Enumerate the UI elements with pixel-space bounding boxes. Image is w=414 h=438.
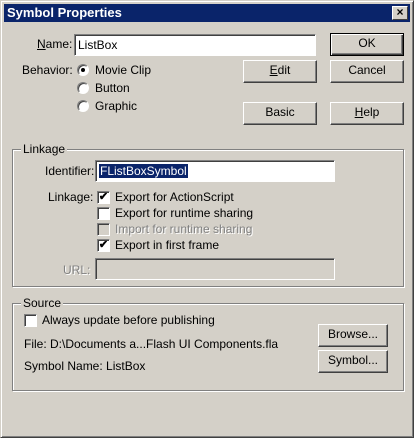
help-button[interactable]: Help xyxy=(330,102,404,125)
url-label: URL: xyxy=(63,263,91,277)
behavior-radio-graphic[interactable] xyxy=(77,100,89,112)
source-group-title: Source xyxy=(21,296,64,310)
always-update-checkbox[interactable] xyxy=(24,314,37,327)
export-runtime-sharing-checkbox[interactable] xyxy=(97,207,110,220)
export-actionscript-checkbox[interactable]: ✔ xyxy=(97,191,110,204)
export-first-frame-checkbox[interactable]: ✔ xyxy=(97,239,110,252)
behavior-label: Behavior: xyxy=(22,63,73,77)
behavior-radio-movie-clip[interactable] xyxy=(77,64,89,76)
title-bar: Symbol Properties × xyxy=(4,4,410,22)
identifier-field[interactable]: FListBoxSymbol xyxy=(95,160,335,182)
symbol-button[interactable]: Symbol... xyxy=(318,350,388,373)
always-update-label[interactable]: Always update before publishing xyxy=(42,313,215,327)
export-runtime-sharing-label[interactable]: Export for runtime sharing xyxy=(115,206,253,220)
identifier-label: Identifier: xyxy=(45,164,95,178)
cancel-button[interactable]: Cancel xyxy=(330,60,404,83)
symbol-properties-dialog: Symbol Properties × Name: ListBox Behavi… xyxy=(0,0,414,438)
basic-button[interactable]: Basic xyxy=(243,102,317,125)
ok-button[interactable]: OK xyxy=(330,33,404,56)
edit-button[interactable]: Edit xyxy=(243,60,317,83)
behavior-option-graphic[interactable]: Graphic xyxy=(95,99,137,113)
name-label: Name: xyxy=(37,37,73,51)
identifier-value: FListBoxSymbol xyxy=(99,164,188,178)
linkage-group-title: Linkage xyxy=(21,142,68,156)
import-runtime-sharing-checkbox xyxy=(97,223,110,236)
close-icon[interactable]: × xyxy=(392,6,408,20)
behavior-option-button[interactable]: Button xyxy=(95,81,130,95)
behavior-option-movie-clip[interactable]: Movie Clip xyxy=(95,63,151,77)
url-field xyxy=(95,258,335,280)
source-symbol-name: Symbol Name: ListBox xyxy=(24,359,146,373)
behavior-radio-button[interactable] xyxy=(77,82,89,94)
window-title: Symbol Properties xyxy=(7,5,122,20)
export-actionscript-label[interactable]: Export for ActionScript xyxy=(115,190,234,204)
linkage-label: Linkage: xyxy=(48,190,94,204)
export-first-frame-label[interactable]: Export in first frame xyxy=(115,238,219,252)
import-runtime-sharing-label: Import for runtime sharing xyxy=(115,222,253,236)
name-field[interactable]: ListBox xyxy=(74,34,316,56)
source-file-path: File: D:\Documents a...Flash UI Componen… xyxy=(24,337,279,351)
browse-button[interactable]: Browse... xyxy=(318,324,388,347)
